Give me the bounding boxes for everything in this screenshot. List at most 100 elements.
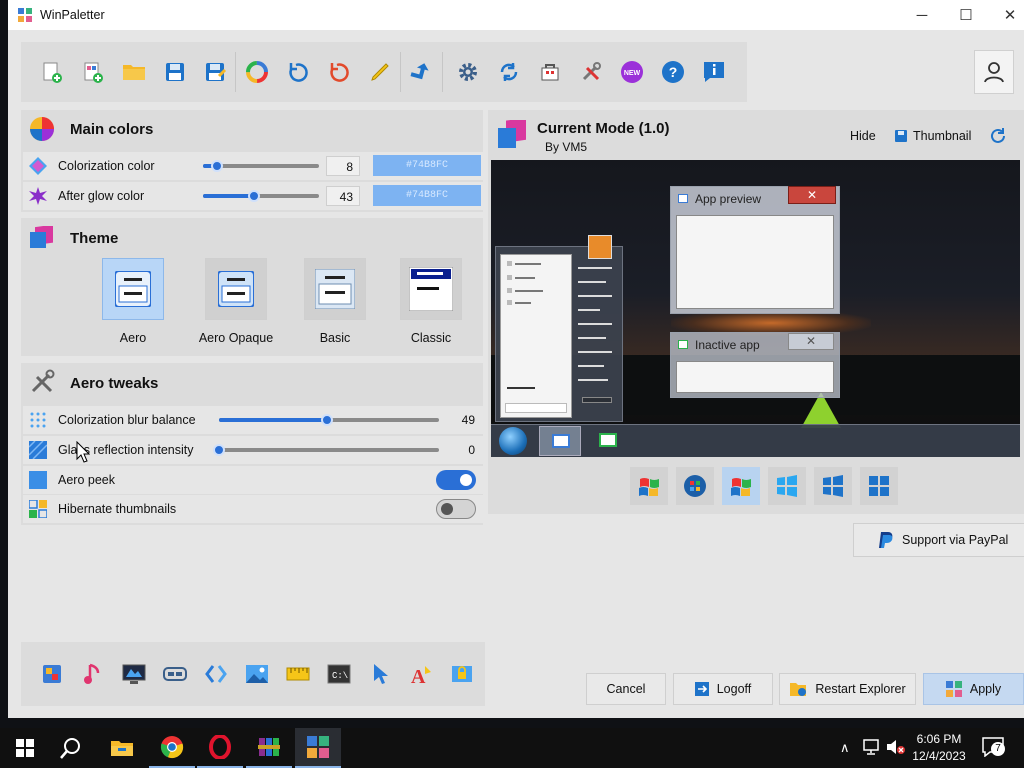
screensaver-icon[interactable]: [115, 654, 153, 694]
after-glow-color-slider[interactable]: [203, 190, 319, 202]
apply-arrow-icon[interactable]: [403, 52, 441, 92]
windows-8-button[interactable]: [768, 467, 806, 505]
close-button[interactable]: ✕: [988, 0, 1024, 30]
blur-balance-slider[interactable]: [219, 414, 439, 426]
clock-date[interactable]: 12/4/2023: [910, 749, 968, 763]
window-metrics-icon[interactable]: [156, 654, 194, 694]
slider-thumb[interactable]: [320, 414, 333, 426]
fonts-icon[interactable]: A: [402, 654, 440, 694]
after-glow-color-value[interactable]: 43: [326, 186, 360, 206]
reset-icon[interactable]: [320, 52, 358, 92]
edit-pencil-icon[interactable]: [361, 52, 399, 92]
aero-peek-toggle[interactable]: [436, 470, 476, 490]
opera-icon[interactable]: [197, 728, 243, 768]
tools-icon[interactable]: [572, 52, 610, 92]
save-icon[interactable]: [156, 52, 194, 92]
windows-xp-logo-icon: [639, 478, 659, 496]
lock-screen-icon[interactable]: [443, 654, 481, 694]
slider-thumb[interactable]: [213, 444, 225, 456]
sync-icon[interactable]: [490, 52, 528, 92]
windows-vista-button[interactable]: [722, 467, 760, 505]
color-wheel-icon[interactable]: [238, 52, 276, 92]
after-glow-color-swatch[interactable]: #74B8FC: [373, 185, 481, 206]
user-account-button[interactable]: [974, 50, 1014, 94]
window-title: WinPaletter: [40, 8, 105, 22]
new-theme-icon[interactable]: [33, 52, 71, 92]
hibernate-thumbnails-toggle[interactable]: [436, 499, 476, 519]
aero-tweaks-panel: Aero tweaks Colorization blur balance 49…: [21, 363, 483, 525]
hibernate-thumbnails-icon: [28, 499, 48, 519]
start-menu-programs: [500, 254, 572, 418]
colorization-color-slider[interactable]: [203, 160, 319, 172]
whats-new-icon[interactable]: NEW: [613, 52, 651, 92]
svg-text:C:\: C:\: [332, 671, 348, 681]
undo-icon[interactable]: [279, 52, 317, 92]
wallpaper-icon[interactable]: [238, 654, 276, 694]
theme-option-aero-opaque[interactable]: Aero Opaque: [186, 258, 286, 345]
about-info-icon[interactable]: [695, 52, 733, 92]
help-icon[interactable]: ?: [654, 52, 692, 92]
svg-text:A: A: [411, 666, 426, 686]
theme-classic-preview[interactable]: [400, 258, 462, 320]
logoff-button[interactable]: Logoff: [673, 673, 773, 705]
windows-8-1-button[interactable]: [814, 467, 852, 505]
minimize-button[interactable]: ─: [900, 0, 944, 30]
colorization-color-value[interactable]: 8: [326, 156, 360, 176]
theme-aero-opaque-preview[interactable]: [205, 258, 267, 320]
glass-reflection-slider[interactable]: [213, 444, 439, 456]
apply-button[interactable]: Apply: [923, 673, 1024, 705]
shutdown-button-preview: [582, 397, 612, 403]
theme-option-aero[interactable]: Aero: [83, 258, 183, 345]
save-as-icon[interactable]: [197, 52, 235, 92]
windows-10-logo-icon: [869, 476, 889, 496]
settings-gear-icon[interactable]: [449, 52, 487, 92]
desktop-preview: App preview ✕ Inactive app ✕: [491, 160, 1020, 457]
search-icon[interactable]: [48, 728, 94, 768]
store-icon[interactable]: [531, 52, 569, 92]
code-brackets-icon[interactable]: [197, 654, 235, 694]
new-from-current-icon[interactable]: [74, 52, 112, 92]
hide-button[interactable]: Hide: [850, 129, 876, 143]
thumbnail-button[interactable]: Thumbnail: [895, 126, 981, 146]
restart-explorer-button[interactable]: Restart Explorer: [779, 673, 916, 705]
clock-time[interactable]: 6:06 PM: [914, 732, 964, 746]
maximize-button[interactable]: ☐: [944, 0, 988, 30]
winrar-icon[interactable]: [246, 728, 292, 768]
chevron-up-icon[interactable]: ∧: [840, 740, 850, 756]
theme-option-basic[interactable]: Basic: [285, 258, 385, 345]
cursor-icon[interactable]: [361, 654, 399, 694]
preview-taskbar-app: [587, 426, 629, 456]
slider-thumb[interactable]: [248, 190, 261, 202]
aero-peek-row: Aero peek: [23, 466, 483, 494]
windows-xp-button[interactable]: [630, 467, 668, 505]
theme-basic-preview[interactable]: [304, 258, 366, 320]
file-explorer-icon[interactable]: [99, 728, 145, 768]
chrome-icon[interactable]: [149, 728, 195, 768]
refresh-icon[interactable]: [989, 127, 1007, 145]
window-app-icon: [678, 340, 688, 349]
windows-10-button[interactable]: [860, 467, 898, 505]
paypal-support-button[interactable]: Support via PayPal: [853, 523, 1024, 557]
glass-reflection-value[interactable]: 0: [447, 440, 481, 460]
main-colors-title: Main colors: [70, 121, 154, 138]
sounds-music-icon[interactable]: [74, 654, 112, 694]
theme-aero-preview[interactable]: [102, 258, 164, 320]
winpaletter-icon[interactable]: [295, 728, 341, 768]
theme-option-classic[interactable]: Classic: [381, 258, 481, 345]
glass-reflection-row: Glass reflection intensity 0: [23, 436, 483, 464]
colorization-color-swatch[interactable]: #74B8FC: [373, 155, 481, 176]
volume-muted-icon[interactable]: [886, 739, 906, 755]
notification-center-icon[interactable]: 7: [982, 737, 1005, 758]
bottom-icon-bar: C:\ A: [21, 642, 485, 706]
ruler-icon[interactable]: [279, 654, 317, 694]
windows-7-orb-icon: [684, 475, 706, 497]
command-prompt-icon[interactable]: C:\: [320, 654, 358, 694]
network-icon[interactable]: [862, 739, 880, 755]
windows-theme-icon[interactable]: [33, 654, 71, 694]
start-icon[interactable]: [2, 728, 48, 768]
open-folder-icon[interactable]: [115, 52, 153, 92]
blur-balance-value[interactable]: 49: [447, 410, 481, 430]
cancel-button[interactable]: Cancel: [586, 673, 666, 705]
slider-thumb[interactable]: [210, 160, 223, 172]
windows-7-button[interactable]: [676, 467, 714, 505]
